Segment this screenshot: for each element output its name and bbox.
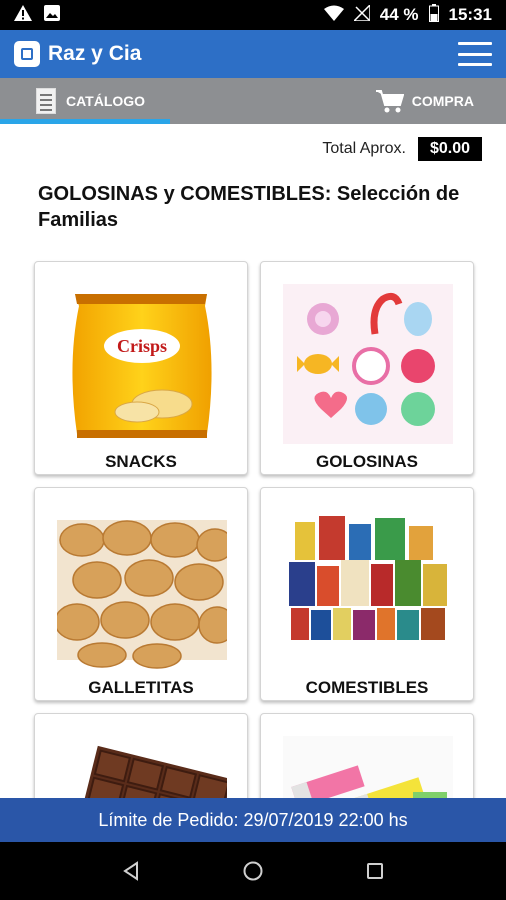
tab-catalogo[interactable]: CATÁLOGO xyxy=(0,78,170,124)
battery-percent: 44 % xyxy=(379,5,419,24)
family-card-galletitas[interactable]: GALLETITAS xyxy=(34,487,248,701)
total-row: Total Aprox. $0.00 xyxy=(322,137,482,161)
image-icon xyxy=(44,4,60,26)
tab-compra[interactable]: COMPRA xyxy=(375,78,506,124)
family-card-snacks[interactable]: Crisps SNACKS xyxy=(34,261,248,475)
chips-bag-image: Crisps xyxy=(72,294,212,438)
clock: 15:31 xyxy=(448,5,492,24)
family-card-comestibles[interactable]: COMESTIBLES xyxy=(260,487,474,701)
document-icon xyxy=(36,88,56,114)
tab-label: COMPRA xyxy=(411,93,474,109)
page-title: GOLOSINAS y COMESTIBLES: Selección de Fa… xyxy=(38,183,460,231)
status-bar: 44 % 15:31 xyxy=(0,0,506,30)
order-deadline-banner: Límite de Pedido: 29/07/2019 22:00 hs xyxy=(0,798,506,842)
tab-bar: CATÁLOGO COMPRA xyxy=(0,78,506,124)
app-bar: Raz y Cia xyxy=(0,30,506,78)
battery-icon xyxy=(428,3,439,27)
app-title: Raz y Cia xyxy=(48,42,142,65)
home-icon[interactable] xyxy=(241,859,265,883)
wifi-icon xyxy=(323,5,344,26)
app-logo-icon xyxy=(14,41,40,67)
total-label: Total Aprox. xyxy=(322,140,406,157)
total-value: $0.00 xyxy=(417,137,482,161)
tab-label: CATÁLOGO xyxy=(66,93,146,109)
family-label: SNACKS xyxy=(105,452,177,471)
screen: 44 % 15:31 Raz y Cia CATÁLOGO COMPRA Tot… xyxy=(0,0,506,900)
family-card-golosinas[interactable]: GOLOSINAS xyxy=(260,261,474,475)
family-label: GOLOSINAS xyxy=(315,452,418,471)
family-label: GALLETITAS xyxy=(88,678,194,697)
hamburger-menu-icon[interactable] xyxy=(458,42,492,66)
candies-image xyxy=(283,284,453,444)
system-nav-bar xyxy=(0,842,506,900)
warning-icon xyxy=(14,4,32,26)
groceries-image xyxy=(289,516,447,640)
recents-icon[interactable] xyxy=(363,859,387,883)
back-icon[interactable] xyxy=(119,859,143,883)
cookies-image xyxy=(57,520,227,669)
family-label: COMESTIBLES xyxy=(305,678,429,697)
cart-icon xyxy=(375,89,404,113)
no-signal-icon xyxy=(351,2,371,26)
svg-text:Crisps: Crisps xyxy=(117,336,167,356)
